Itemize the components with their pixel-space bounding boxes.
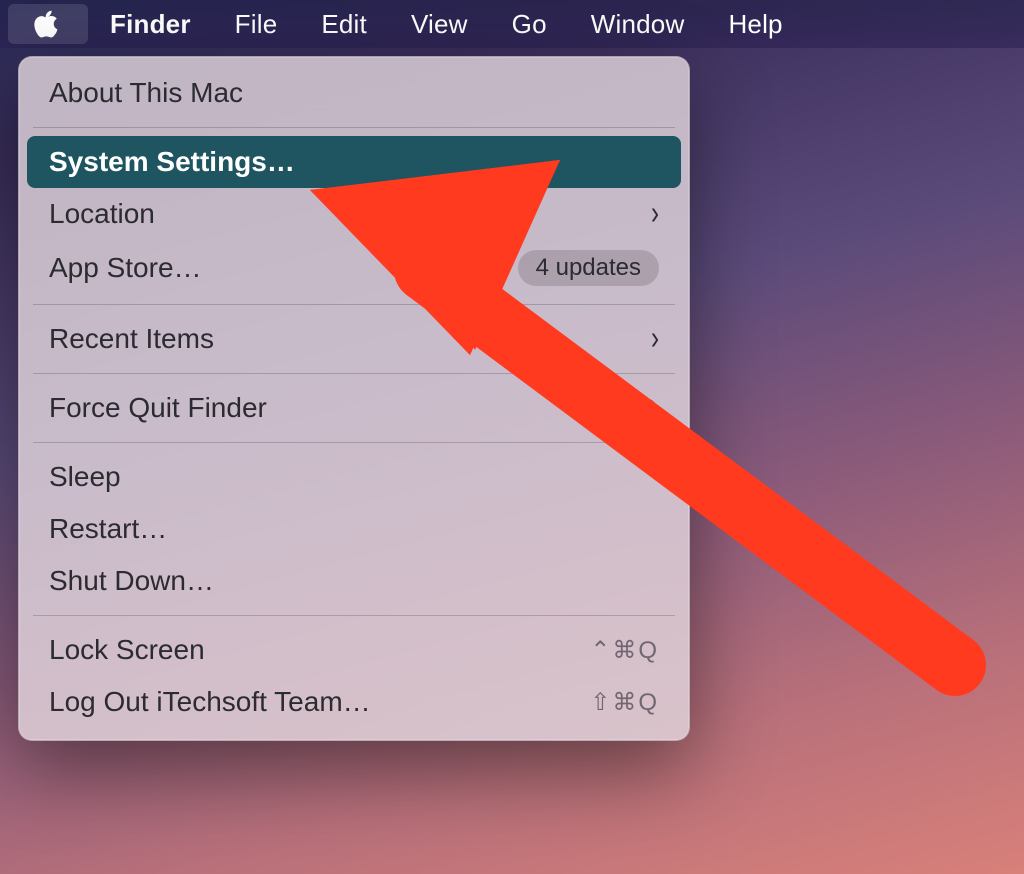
menu-separator	[33, 304, 675, 305]
shortcut-label: ⌥⇧⌘⎋	[560, 394, 659, 423]
menu-label: Location	[49, 198, 155, 230]
menu-item-log-out[interactable]: Log Out iTechsoft Team… ⇧⌘Q	[19, 676, 689, 728]
menu-separator	[33, 127, 675, 128]
menu-label: Restart…	[49, 513, 167, 545]
menubar: Finder File Edit View Go Window Help	[0, 0, 1024, 48]
shortcut-label: ⌃⌘Q	[590, 636, 659, 665]
submenu-indicator: ›	[651, 325, 659, 353]
menu-label: Log Out iTechsoft Team…	[49, 686, 371, 718]
menubar-item-edit[interactable]: Edit	[299, 1, 389, 48]
menu-item-app-store[interactable]: App Store… 4 updates	[19, 240, 689, 296]
menu-item-restart[interactable]: Restart…	[19, 503, 689, 555]
shortcut-label: ⇧⌘Q	[590, 688, 659, 717]
menu-label: System Settings…	[49, 146, 295, 178]
menu-item-recent-items[interactable]: Recent Items ›	[19, 313, 689, 365]
submenu-indicator: ›	[651, 200, 659, 228]
menu-label: Lock Screen	[49, 634, 205, 666]
apple-menu-button[interactable]	[8, 4, 88, 44]
menu-label: Sleep	[49, 461, 121, 493]
menubar-item-file[interactable]: File	[213, 1, 300, 48]
menu-item-force-quit[interactable]: Force Quit Finder ⌥⇧⌘⎋	[19, 382, 689, 434]
menu-separator	[33, 615, 675, 616]
menu-label: Recent Items	[49, 323, 214, 355]
menubar-item-window[interactable]: Window	[569, 1, 707, 48]
menu-label: About This Mac	[49, 77, 243, 109]
menu-label: Force Quit Finder	[49, 392, 267, 424]
menubar-item-help[interactable]: Help	[706, 1, 804, 48]
menu-separator	[33, 442, 675, 443]
menubar-item-view[interactable]: View	[389, 1, 490, 48]
chevron-right-icon: ›	[651, 194, 659, 233]
apple-logo-icon	[32, 8, 60, 40]
menu-label: Shut Down…	[49, 565, 214, 597]
menu-separator	[33, 373, 675, 374]
updates-badge: 4 updates	[518, 250, 659, 286]
menubar-item-go[interactable]: Go	[490, 1, 569, 48]
chevron-right-icon: ›	[651, 319, 659, 358]
menubar-item-finder[interactable]: Finder	[88, 1, 213, 48]
apple-menu-dropdown: About This Mac System Settings… Location…	[18, 56, 690, 741]
menu-label: App Store…	[49, 252, 202, 284]
menu-item-shut-down[interactable]: Shut Down…	[19, 555, 689, 607]
menu-item-lock-screen[interactable]: Lock Screen ⌃⌘Q	[19, 624, 689, 676]
menu-item-sleep[interactable]: Sleep	[19, 451, 689, 503]
menu-item-location[interactable]: Location ›	[19, 188, 689, 240]
menu-item-system-settings[interactable]: System Settings…	[27, 136, 681, 188]
menu-item-about[interactable]: About This Mac	[19, 67, 689, 119]
